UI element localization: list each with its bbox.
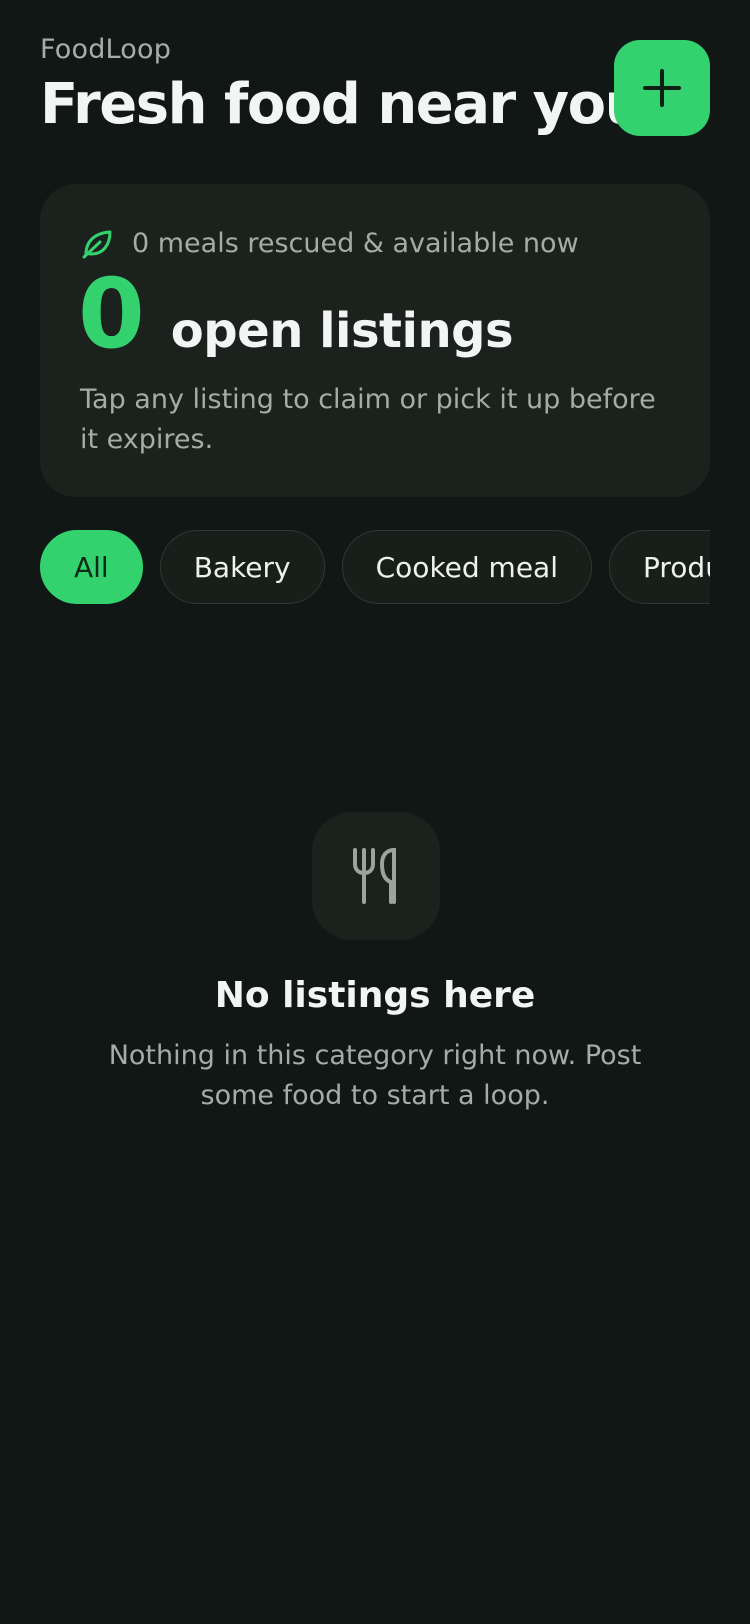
open-listings-count: 0 open listings <box>78 258 514 370</box>
summary-hint: Tap any listing to claim or pick it up b… <box>80 384 656 455</box>
add-listing-button[interactable] <box>614 40 710 136</box>
listings-count-label: open listings <box>170 303 514 359</box>
app-name: FoodLoop <box>40 34 172 65</box>
empty-state-icon-box <box>312 812 440 940</box>
plus-icon <box>643 69 681 107</box>
rescued-summary: 0 meals rescued & available now <box>80 226 579 260</box>
leaf-icon <box>82 230 112 259</box>
chip-bakery[interactable]: Bakery <box>159 530 325 604</box>
category-filter-bar: All Bakery Cooked meal Produce <box>40 530 710 604</box>
rescued-count-text: 0 meals rescued & available now <box>132 227 579 259</box>
listings-count-number: 0 <box>78 258 145 370</box>
chip-all[interactable]: All <box>40 530 143 604</box>
chip-produce[interactable]: Produce <box>609 530 710 604</box>
summary-card: 0 meals rescued & available now 0 open l… <box>40 184 710 497</box>
empty-state-description: Nothing in this category right now. Post… <box>108 1040 642 1111</box>
utensils-icon <box>353 847 396 904</box>
chip-cooked-meal[interactable]: Cooked meal <box>341 530 592 604</box>
empty-state-title: No listings here <box>214 975 536 1016</box>
page-title: Fresh food near you <box>40 72 644 137</box>
